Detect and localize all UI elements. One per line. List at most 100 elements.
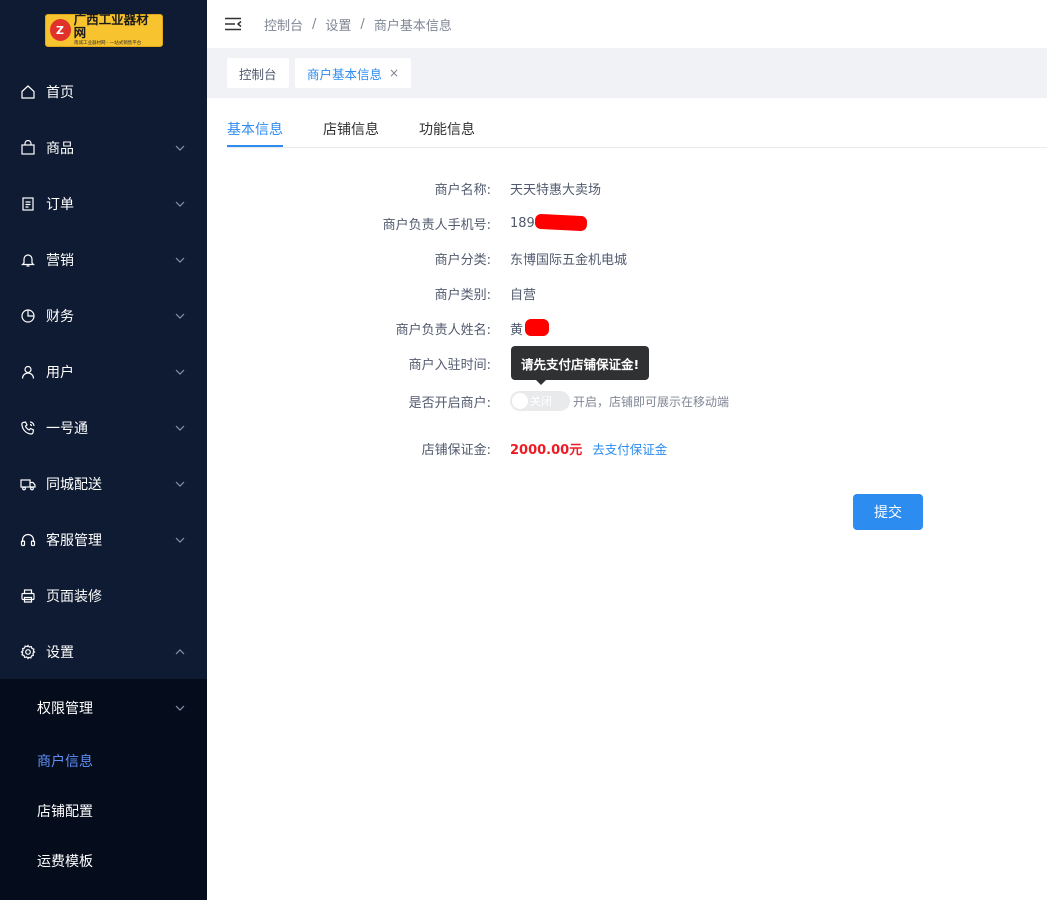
bell-icon <box>20 252 36 268</box>
join-time-label: 商户入驻时间: <box>408 357 491 373</box>
deposit-value-wrap: 2000.00元 去支付保证金 <box>510 439 667 458</box>
shopping-bag-icon <box>20 140 36 156</box>
breadcrumb-separator: / <box>312 16 317 32</box>
sidebar-item-products[interactable]: 商品 <box>0 120 207 176</box>
sidebar-subitem-store-config[interactable]: 店铺配置 <box>0 786 207 836</box>
sidebar-item-label: 设置 <box>46 645 74 661</box>
pay-deposit-link[interactable]: 去支付保证金 <box>592 439 667 458</box>
form-row-deposit: 店铺保证金: 2000.00元 去支付保证金 <box>207 436 1047 460</box>
chevron-down-icon <box>175 201 185 207</box>
sidebar-item-page-design[interactable]: 页面装修 <box>0 568 207 624</box>
sidebar-subitem-label: 店铺配置 <box>37 804 93 820</box>
tag-merchant-info[interactable]: 商户基本信息 × <box>295 58 412 88</box>
sidebar-item-label: 一号通 <box>46 421 88 437</box>
sidebar-item-users[interactable]: 用户 <box>0 344 207 400</box>
sidebar-item-label: 页面装修 <box>46 589 102 605</box>
tab-basic-info[interactable]: 基本信息 <box>227 119 283 139</box>
tabs: 基本信息 店铺信息 功能信息 <box>227 98 1047 148</box>
chevron-up-icon <box>175 649 185 655</box>
sidebar-item-orders[interactable]: 订单 <box>0 176 207 232</box>
form-row-type: 商户类别: 自营 <box>207 281 1047 305</box>
sidebar-item-home[interactable]: 首页 <box>0 64 207 120</box>
pie-chart-icon <box>20 308 36 324</box>
chevron-down-icon <box>175 537 185 543</box>
tooltip-text: 请先支付店铺保证金! <box>521 356 640 372</box>
sidebar-item-one-number[interactable]: 一号通 <box>0 400 207 456</box>
sidebar-item-label: 订单 <box>46 197 74 213</box>
switch-text: 关闭 <box>530 395 552 408</box>
form-row-contact: 商户负责人姓名: 黄 <box>207 316 1047 340</box>
switch-knob <box>512 393 528 409</box>
sidebar-item-label: 首页 <box>46 85 74 101</box>
contact-text: 黄 <box>510 322 524 338</box>
sidebar-item-settings[interactable]: 设置 <box>0 624 207 680</box>
chevron-down-icon <box>175 145 185 151</box>
redaction-mark <box>525 319 549 336</box>
tag-dashboard[interactable]: 控制台 <box>227 58 289 88</box>
sidebar-item-label: 同城配送 <box>46 477 102 493</box>
breadcrumb-item[interactable]: 设置 <box>325 15 351 34</box>
menu-collapse-icon[interactable] <box>224 17 242 31</box>
tag-label: 控制台 <box>239 66 277 82</box>
merchant-name-value: 天天特惠大卖场 <box>510 182 602 198</box>
sidebar: Z 广西工业器材网 南城工业器材网 · 一站式销售平台 首页 商品 订单 营销 … <box>0 0 207 900</box>
deposit-amount: 2000.00元 <box>510 442 583 458</box>
main-content: 基本信息 店铺信息 功能信息 商户名称: 天天特惠大卖场 商户负责人手机号: 1… <box>207 98 1047 900</box>
sidebar-item-finance[interactable]: 财务 <box>0 288 207 344</box>
tab-active-indicator <box>227 145 283 147</box>
type-value: 自营 <box>510 287 537 303</box>
open-label: 是否开启商户: <box>408 395 491 411</box>
sidebar-subitem-permissions[interactable]: 权限管理 <box>0 683 207 733</box>
phone-icon <box>20 420 36 436</box>
breadcrumb: 控制台 / 设置 / 商户基本信息 <box>264 15 452 34</box>
contact-label: 商户负责人姓名: <box>395 322 491 338</box>
sidebar-subitem-merchant-info[interactable]: 商户信息 <box>0 736 207 786</box>
tag-label: 商户基本信息 <box>307 66 383 82</box>
user-icon <box>20 364 36 380</box>
open-value: 关闭 开启，店铺即可展示在移动端 <box>510 391 729 411</box>
chevron-down-icon <box>175 425 185 431</box>
sidebar-subitem-label: 运费模板 <box>37 854 93 870</box>
category-value: 东博国际五金机电城 <box>510 252 628 268</box>
sidebar-item-label: 财务 <box>46 309 74 325</box>
submit-button[interactable]: 提交 <box>853 494 923 530</box>
sidebar-subitem-label: 权限管理 <box>37 701 93 717</box>
chevron-down-icon <box>175 705 185 711</box>
breadcrumb-separator: / <box>360 16 365 32</box>
switch-tip: 开启，店铺即可展示在移动端 <box>573 394 730 409</box>
merchant-name-label: 商户名称: <box>434 182 491 198</box>
form-row-name: 商户名称: 天天特惠大卖场 <box>207 176 1047 200</box>
tooltip-arrow <box>536 380 546 385</box>
sidebar-item-delivery[interactable]: 同城配送 <box>0 456 207 512</box>
headset-icon <box>20 532 36 548</box>
document-icon <box>20 196 36 212</box>
tab-function-info[interactable]: 功能信息 <box>419 119 475 139</box>
sidebar-item-marketing[interactable]: 营销 <box>0 232 207 288</box>
logo-title: 广西工业器材网 <box>73 12 149 40</box>
form-row-phone: 商户负责人手机号: 1897 <box>207 211 1047 235</box>
logo-mark-icon: Z <box>49 19 71 41</box>
close-icon[interactable]: × <box>389 66 399 80</box>
home-icon <box>20 84 36 100</box>
form-row-open: 是否开启商户: 关闭 开启，店铺即可展示在移动端 <box>207 389 1047 413</box>
truck-icon <box>20 476 36 492</box>
sidebar-item-label: 用户 <box>46 365 74 381</box>
redaction-mark <box>534 213 588 232</box>
breadcrumb-item[interactable]: 控制台 <box>264 15 303 34</box>
sidebar-item-label: 营销 <box>46 253 74 269</box>
printer-icon <box>20 588 36 604</box>
sidebar-item-label: 客服管理 <box>46 533 102 549</box>
logo[interactable]: Z 广西工业器材网 南城工业器材网 · 一站式销售平台 <box>44 12 163 47</box>
breadcrumb-item: 商户基本信息 <box>373 18 452 34</box>
type-label: 商户类别: <box>434 287 491 303</box>
merchant-open-switch[interactable]: 关闭 <box>510 391 570 411</box>
deposit-label: 店铺保证金: <box>421 442 491 458</box>
deposit-tooltip: 请先支付店铺保证金! <box>511 346 650 385</box>
gear-icon <box>20 644 36 660</box>
chevron-down-icon <box>175 481 185 487</box>
contact-value: 黄 <box>510 319 523 338</box>
category-label: 商户分类: <box>434 252 491 268</box>
sidebar-item-customer-service[interactable]: 客服管理 <box>0 512 207 568</box>
sidebar-subitem-shipping-template[interactable]: 运费模板 <box>0 836 207 886</box>
tab-store-info[interactable]: 店铺信息 <box>323 119 379 139</box>
